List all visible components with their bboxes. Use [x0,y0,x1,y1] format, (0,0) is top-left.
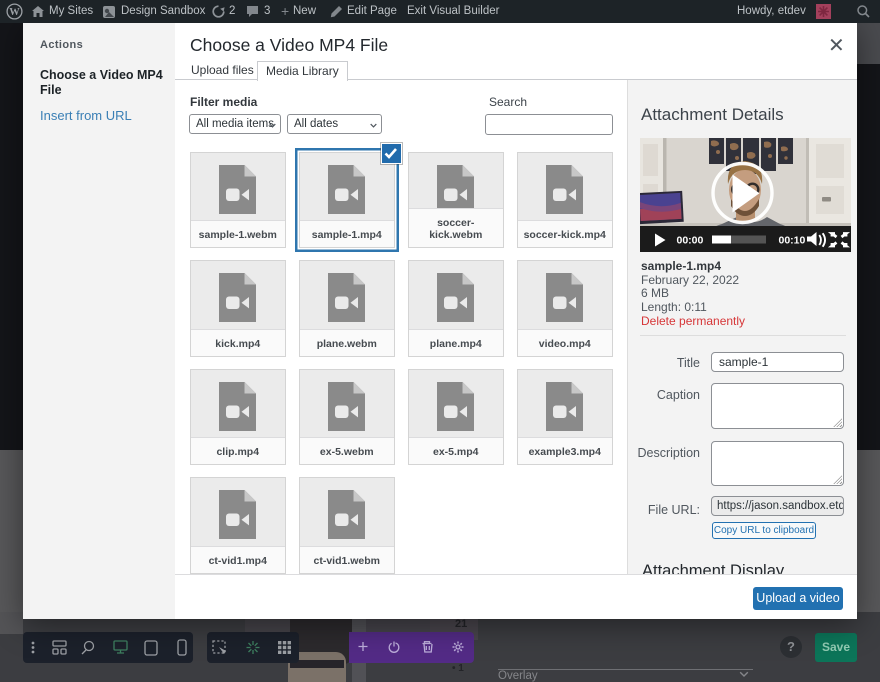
svg-text:W: W [9,7,20,18]
svg-text:00:00: 00:00 [677,234,704,246]
svg-text:00:10: 00:10 [779,234,806,246]
